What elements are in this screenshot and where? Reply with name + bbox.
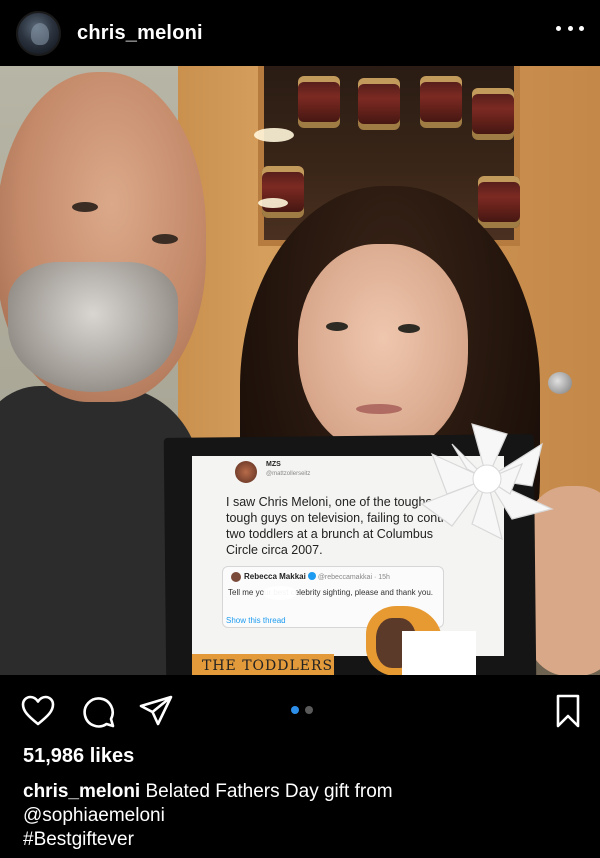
send-icon[interactable] bbox=[138, 693, 174, 729]
avatar[interactable] bbox=[16, 10, 61, 56]
girl-lips bbox=[356, 404, 402, 414]
carousel-indicator bbox=[291, 706, 313, 714]
quoted-text: Tell me your best celebrity sighting, pl… bbox=[228, 588, 434, 597]
quoted-author-name: Rebecca Makkai bbox=[244, 572, 306, 581]
show-thread-link: Show this thread bbox=[226, 616, 286, 625]
post-username[interactable]: chris_meloni bbox=[77, 22, 203, 45]
verified-icon bbox=[307, 572, 316, 580]
carousel-dot bbox=[305, 706, 313, 714]
girl-eye bbox=[326, 322, 348, 331]
gift-bow-icon bbox=[420, 423, 554, 541]
quoted-author: Rebecca Makkai @rebeccamakkai · 15h bbox=[244, 572, 390, 581]
bookmark-icon[interactable] bbox=[550, 693, 586, 729]
caption-mention[interactable]: @sophiaemeloni bbox=[23, 805, 165, 826]
comment-icon[interactable] bbox=[80, 693, 116, 729]
white-patch bbox=[402, 631, 476, 675]
carousel-dot-active bbox=[291, 706, 299, 714]
more-dot bbox=[556, 25, 561, 31]
jar bbox=[262, 166, 304, 218]
post-photo[interactable]: MZS @mattzollerseitz I saw Chris Meloni,… bbox=[0, 66, 600, 675]
man-eye bbox=[72, 202, 98, 212]
caption-text: Belated Fathers Day gift from bbox=[145, 781, 393, 802]
jar bbox=[298, 76, 340, 128]
jar bbox=[478, 176, 520, 228]
cabinet-knob bbox=[548, 372, 572, 394]
man-eye bbox=[152, 234, 178, 244]
heart-icon[interactable] bbox=[20, 693, 56, 729]
man-beard bbox=[8, 262, 178, 392]
likes-count[interactable]: 51,986 likes bbox=[23, 745, 134, 768]
jar bbox=[472, 88, 514, 140]
tweet-author: MZS bbox=[266, 461, 281, 468]
tweet-avatar bbox=[235, 461, 257, 483]
blur-patch bbox=[263, 586, 297, 600]
tweet-handle: @mattzollerseitz bbox=[266, 471, 311, 477]
more-options-icon[interactable] bbox=[556, 14, 584, 42]
caption-hashtag[interactable]: #Bestgiftever bbox=[23, 829, 134, 850]
jar bbox=[358, 78, 400, 130]
post-caption: chris_meloni Belated Fathers Day gift fr… bbox=[23, 780, 583, 852]
caption-username[interactable]: chris_meloni bbox=[23, 781, 140, 802]
toddlers-sticker: THE TODDLERS bbox=[192, 654, 334, 675]
more-dot bbox=[567, 25, 573, 31]
light-glow bbox=[254, 128, 294, 142]
post-header: chris_meloni bbox=[0, 0, 600, 66]
more-dot bbox=[579, 25, 584, 31]
action-bar bbox=[0, 675, 600, 745]
light-glow bbox=[258, 198, 288, 208]
girl-eye bbox=[398, 324, 420, 333]
jar bbox=[420, 76, 462, 128]
quoted-handle: @rebeccamakkai · 15h bbox=[317, 574, 390, 581]
quoted-avatar bbox=[231, 572, 241, 582]
